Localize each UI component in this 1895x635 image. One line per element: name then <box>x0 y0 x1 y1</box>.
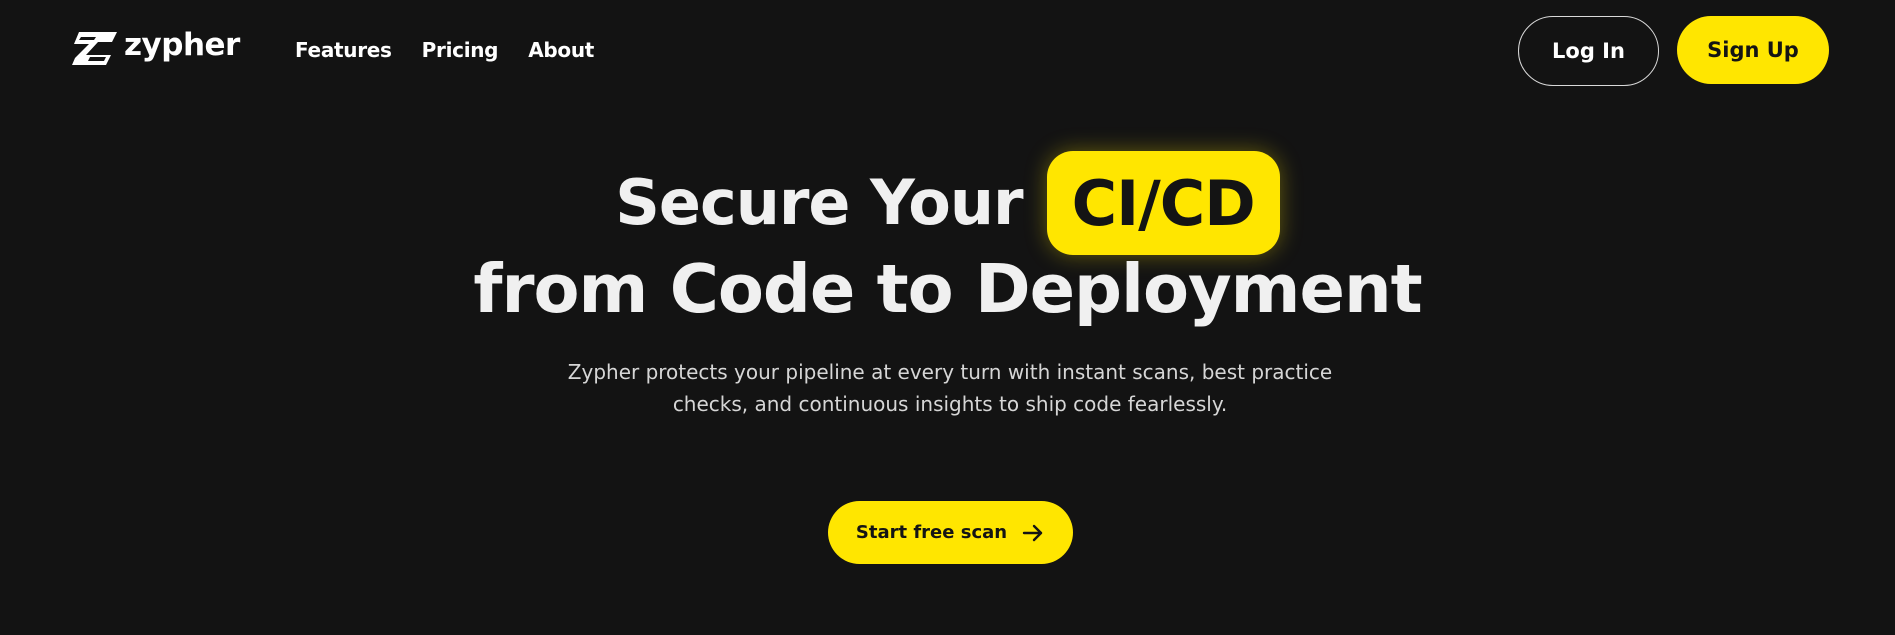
nav-link-features[interactable]: Features <box>295 37 392 63</box>
site-header: zypher Features Pricing About Log In Sig… <box>0 0 1895 100</box>
logo-link[interactable]: zypher <box>72 27 240 66</box>
zypher-z-logo-icon <box>72 32 117 65</box>
hero-title-line-2: from Code to Deployment <box>473 250 1422 328</box>
nav-link-about[interactable]: About <box>528 37 594 63</box>
landing-page: zypher Features Pricing About Log In Sig… <box>0 0 1895 635</box>
cta-label: Start free scan <box>855 522 1008 543</box>
hero-subtitle: Zypher protects your pipeline at every t… <box>567 360 1333 416</box>
signup-button[interactable]: Sign Up <box>1677 16 1829 84</box>
hero-title-highlight: CI/CD <box>1046 151 1280 255</box>
brand-name: zypher <box>124 27 240 63</box>
nav-link-pricing[interactable]: Pricing <box>422 37 499 63</box>
hero-title-prefix: Secure Your <box>615 166 1023 239</box>
login-button[interactable]: Log In <box>1518 16 1659 86</box>
start-free-scan-button[interactable]: Start free scan <box>828 501 1073 564</box>
arrow-right-icon <box>1022 524 1043 541</box>
main-nav: Features Pricing About <box>295 37 624 63</box>
hero-title-line-1: Secure Your CI/CD <box>0 150 1895 256</box>
